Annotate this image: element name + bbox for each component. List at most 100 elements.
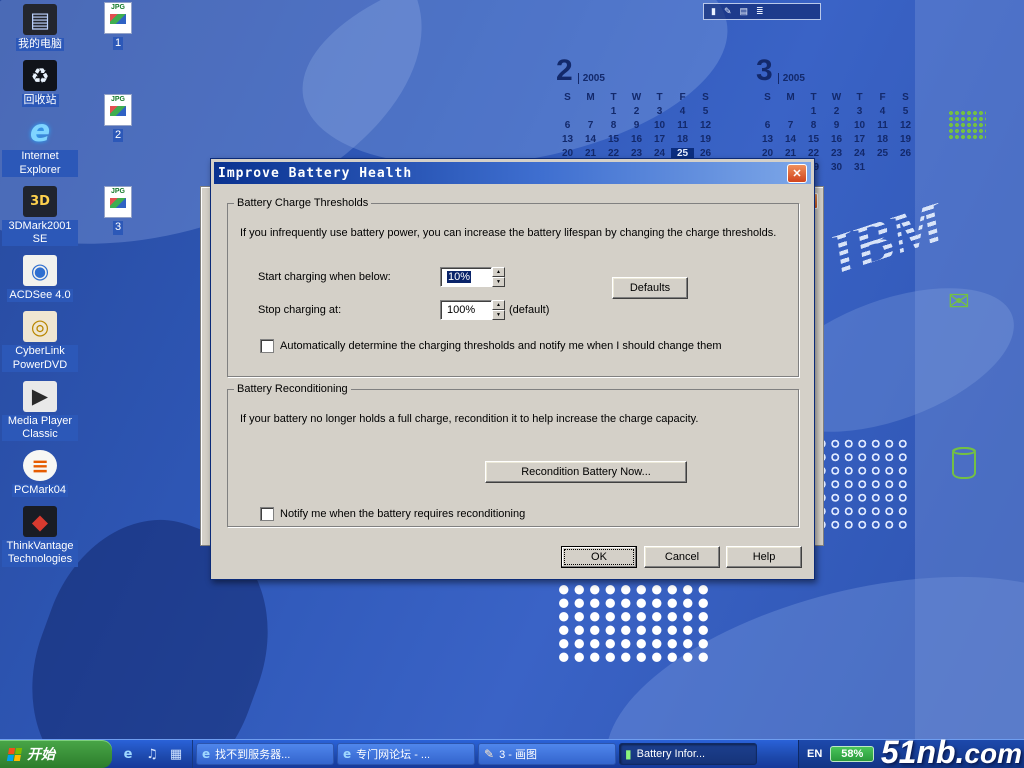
calendar-day bbox=[894, 162, 917, 176]
deco-toolbar-icon: ✎ bbox=[724, 7, 732, 16]
desktop-icon[interactable]: ▤我的电脑 bbox=[2, 4, 78, 51]
recycle-bin-icon: ♻ bbox=[23, 60, 57, 91]
taskbar: 开始 e ♫ ▦ e找不到服务器...e专门网论坛 - ...✎3 - 画图▮Bat… bbox=[0, 739, 1024, 768]
notify-recondition-checkbox-label: Notify me when the battery requires reco… bbox=[280, 508, 525, 520]
desktop-icon[interactable]: ◎ CyberLink PowerDVD bbox=[2, 311, 78, 371]
ie-icon[interactable]: e bbox=[120, 746, 136, 762]
calendar-day-header: T bbox=[648, 90, 671, 106]
start-charging-spinner[interactable]: 10% ▲▼ bbox=[440, 267, 492, 287]
spin-up-icon[interactable]: ▲ bbox=[492, 267, 505, 277]
auto-thresholds-checkbox[interactable] bbox=[260, 339, 274, 353]
show-desktop-icon[interactable]: ▦ bbox=[168, 746, 184, 762]
calendar-day: 7 bbox=[779, 120, 802, 134]
my-computer-icon: ▤ bbox=[23, 4, 57, 35]
desktop-icon-label: 3 bbox=[113, 221, 123, 234]
system-tray: EN 58% bbox=[798, 740, 1024, 768]
battery-charge-thresholds-group: Battery Charge Thresholds If you infrequ… bbox=[227, 197, 799, 377]
desktop-file-icon[interactable]: JPG1 bbox=[96, 2, 140, 50]
calendar-day-header: M bbox=[579, 90, 602, 106]
desktop-icon-label: CyberLink PowerDVD bbox=[2, 345, 78, 371]
calendar-day: 17 bbox=[848, 134, 871, 148]
taskbar-task[interactable]: ✎3 - 画图 bbox=[478, 743, 616, 765]
desktop-file-column: JPG1JPG2JPG3 bbox=[96, 2, 140, 235]
battery-indicator[interactable]: 58% bbox=[830, 746, 874, 762]
desktop-icon[interactable]: 3D3DMark2001 SE bbox=[2, 186, 78, 246]
calendar-day-header: F bbox=[871, 90, 894, 106]
calendar-day: 2 bbox=[625, 106, 648, 120]
white-dots-pattern bbox=[556, 583, 713, 663]
desktop-icon[interactable]: ≡PCMark04 bbox=[2, 450, 78, 497]
jpg-thumbnail bbox=[110, 106, 126, 116]
desktop-icon[interactable]: ♻ 回收站 bbox=[2, 60, 78, 107]
notify-recondition-checkbox[interactable] bbox=[260, 507, 274, 521]
desktop-icon[interactable]: eInternet Explorer bbox=[2, 116, 78, 176]
deco-toolbar-icon: ≣ bbox=[756, 7, 764, 16]
jpg-file-icon: JPG bbox=[104, 94, 132, 126]
calendar-day: 12 bbox=[894, 120, 917, 134]
desktop: ▮ ✎ ▤ ≣ 22005SMTWTFS12345678910111213141… bbox=[0, 0, 1024, 768]
ring-dots-pattern bbox=[815, 437, 912, 532]
calendar-header: 22005 bbox=[556, 52, 717, 86]
envelope-icon: ✉ bbox=[948, 288, 970, 314]
jpg-file-icon: JPG bbox=[104, 2, 132, 34]
desktop-icon[interactable]: ◉ACDSee 4.0 bbox=[2, 255, 78, 302]
help-button[interactable]: Help bbox=[726, 546, 802, 568]
jpg-thumbnail bbox=[110, 14, 126, 24]
close-button[interactable]: ✕ bbox=[787, 164, 807, 183]
calendar-day: 7 bbox=[579, 120, 602, 134]
calendar-day: 14 bbox=[579, 134, 602, 148]
desktop-icon-label: 回收站 bbox=[22, 94, 59, 107]
recondition-battery-button[interactable]: Recondition Battery Now... bbox=[485, 461, 687, 483]
spin-down-icon[interactable]: ▼ bbox=[492, 277, 505, 287]
calendar-day: 18 bbox=[671, 134, 694, 148]
desktop-file-icon[interactable]: JPG2 bbox=[96, 94, 140, 142]
desktop-icon-column: ▤我的电脑 ♻ 回收站 eInternet Explorer 3D3DMark2001 … bbox=[2, 4, 78, 567]
media-icon[interactable]: ♫ bbox=[144, 746, 160, 762]
desktop-icon-label: PCMark04 bbox=[12, 484, 68, 497]
battery-reconditioning-group: Battery Reconditioning If your battery n… bbox=[227, 383, 799, 527]
desktop-file-icon[interactable]: JPG 3 bbox=[96, 186, 140, 234]
dialog-titlebar[interactable]: Improve Battery Health ✕ bbox=[214, 162, 811, 184]
calendar-day: 4 bbox=[871, 106, 894, 120]
calendar-day: 3 bbox=[648, 106, 671, 120]
language-indicator[interactable]: EN bbox=[807, 748, 822, 760]
jpg-file-icon: JPG bbox=[104, 186, 132, 218]
close-icon: ✕ bbox=[792, 167, 801, 180]
calendar-day: 16 bbox=[625, 134, 648, 148]
desktop-icon-label: ACDSee 4.0 bbox=[7, 289, 72, 302]
taskbar-task[interactable]: e专门网论坛 - ... bbox=[337, 743, 475, 765]
spin-down-icon[interactable]: ▼ bbox=[492, 310, 505, 320]
start-charging-value: 10% bbox=[447, 271, 471, 283]
calendar-year: 2005 bbox=[778, 73, 805, 84]
jpg-thumbnail bbox=[110, 198, 126, 208]
calendar-day: 13 bbox=[556, 134, 579, 148]
spin-up-icon[interactable]: ▲ bbox=[492, 300, 505, 310]
start-button[interactable]: 开始 bbox=[0, 740, 112, 768]
cancel-button[interactable]: Cancel bbox=[644, 546, 720, 568]
desktop-icon[interactable]: ◆ThinkVantage Technologies bbox=[2, 506, 78, 566]
calendar-day: 26 bbox=[894, 148, 917, 162]
calendar-day: 9 bbox=[625, 120, 648, 134]
desktop-icon-label: Media Player Classic bbox=[2, 415, 78, 441]
spinner-arrows[interactable]: ▲▼ bbox=[492, 300, 505, 318]
calendar-day: 10 bbox=[648, 120, 671, 134]
taskbar-task[interactable]: e找不到服务器... bbox=[196, 743, 334, 765]
calendar-day-header: W bbox=[625, 90, 648, 106]
defaults-button[interactable]: Defaults bbox=[612, 277, 688, 299]
desktop-icon[interactable]: ▶Media Player Classic bbox=[2, 381, 78, 441]
calendar-day: 30 bbox=[825, 162, 848, 176]
taskbar-task-label: 专门网论坛 - ... bbox=[356, 746, 430, 762]
ok-button[interactable]: OK bbox=[561, 546, 637, 568]
3dmark-icon: 3D bbox=[23, 186, 57, 217]
calendar-day: 18 bbox=[871, 134, 894, 148]
paint-icon: ✎ bbox=[484, 747, 494, 761]
thinkvantage-icon: ◆ bbox=[23, 506, 57, 537]
powerdvd-icon: ◎ bbox=[23, 311, 57, 342]
taskbar-task[interactable]: ▮Battery Infor... bbox=[619, 743, 757, 765]
start-charging-label: Start charging when below: bbox=[258, 271, 391, 283]
calendar-day: 15 bbox=[602, 134, 625, 148]
calendar-day: 17 bbox=[648, 134, 671, 148]
spinner-arrows[interactable]: ▲▼ bbox=[492, 267, 505, 285]
stop-charging-spinner[interactable]: 100% ▲▼ bbox=[440, 300, 492, 320]
calendar-day: 2 bbox=[825, 106, 848, 120]
